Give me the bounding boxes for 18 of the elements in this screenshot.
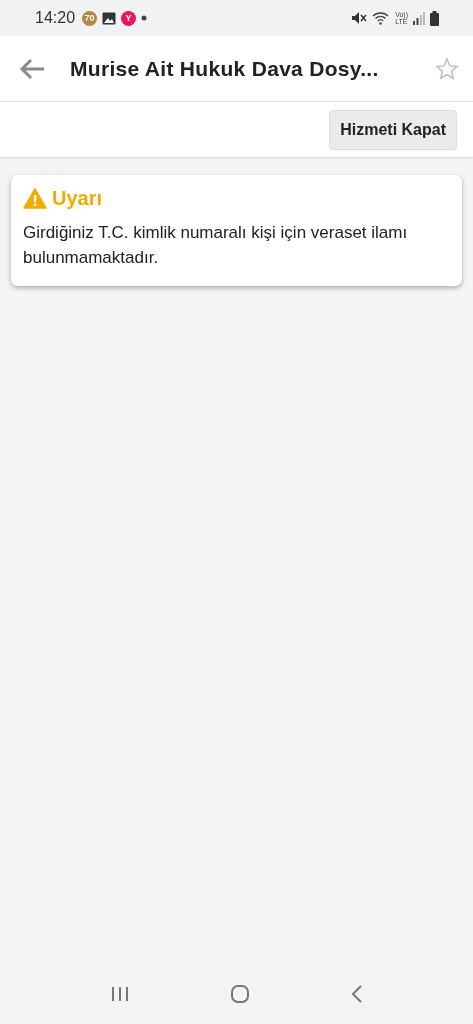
battery-icon [430,10,439,26]
app-badge: Y [121,10,137,26]
back-nav-icon[interactable] [350,985,363,1003]
mute-icon [351,11,368,25]
page-title: Murise Ait Hukuk Dava Dosy... [70,56,380,81]
alert-title: Uyarı [52,187,103,210]
wifi-icon [372,11,391,25]
star-button[interactable] [435,56,459,81]
dot-icon [141,15,148,21]
back-button[interactable] [18,56,46,81]
image-icon [102,11,117,25]
notification-badge: 70 [82,10,98,26]
home-icon[interactable] [229,984,250,1004]
status-time: 14:20 [35,9,76,27]
close-service-button[interactable]: Hizmeti Kapat [329,109,457,150]
signal-icon [413,11,425,25]
recent-apps-icon[interactable] [110,986,129,1002]
alert-message: Girdiğiniz T.C. kimlik numaralı kişi için veraset ilamı bulunmamaktadır. [23,222,409,269]
